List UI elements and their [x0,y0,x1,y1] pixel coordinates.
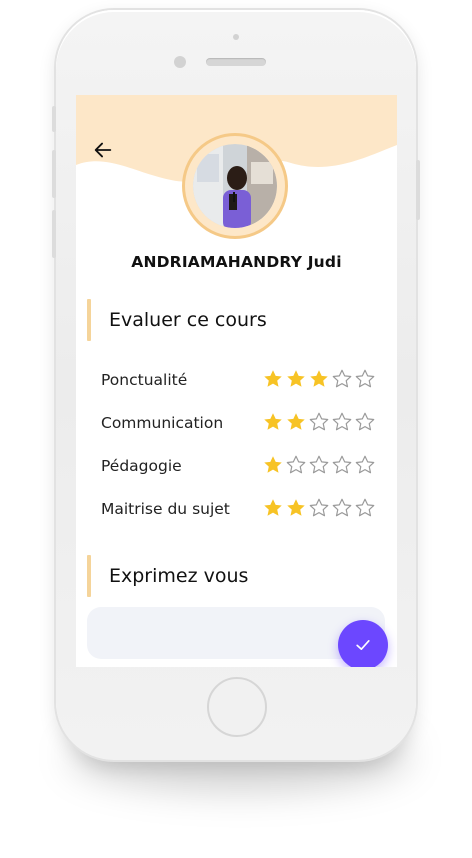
star-filled-icon[interactable] [285,368,307,390]
star-outline-icon[interactable] [308,497,330,519]
teacher-name: ANDRIAMAHANDRY Judi [131,253,342,271]
front-camera [174,56,186,68]
star-filled-icon[interactable] [262,368,284,390]
app-screen: ANDRIAMAHANDRY Judi Evaluer ce cours Pon… [76,95,397,667]
volume-up-button [52,150,56,198]
star-rating [262,368,376,390]
rating-label: Maitrise du sujet [101,500,230,518]
star-outline-icon[interactable] [331,411,353,433]
back-arrow-icon[interactable] [92,139,114,161]
rating-label: Ponctualité [101,371,188,389]
star-rating [262,497,376,519]
star-filled-icon[interactable] [262,411,284,433]
star-filled-icon[interactable] [285,411,307,433]
express-section-header: Exprimez vous [87,555,387,597]
star-outline-icon[interactable] [331,454,353,476]
volume-down-button [52,210,56,258]
express-section-title: Exprimez vous [109,565,249,587]
proximity-sensor [233,34,239,40]
star-outline-icon[interactable] [308,411,330,433]
rating-row-ponctualite: Ponctualité [101,368,376,392]
star-outline-icon[interactable] [308,454,330,476]
earpiece-speaker [206,58,266,66]
star-outline-icon[interactable] [354,454,376,476]
star-filled-icon[interactable] [308,368,330,390]
star-rating [262,454,376,476]
home-button[interactable] [207,677,267,737]
star-outline-icon[interactable] [331,368,353,390]
power-button [416,160,420,220]
rating-row-communication: Communication [101,411,376,435]
star-rating [262,411,376,433]
mute-switch [52,106,56,132]
star-outline-icon[interactable] [354,497,376,519]
avatar-frame [182,133,288,239]
star-outline-icon[interactable] [331,497,353,519]
avatar [193,144,277,228]
submit-button[interactable] [338,620,388,667]
star-outline-icon[interactable] [285,454,307,476]
star-filled-icon[interactable] [285,497,307,519]
rating-row-pedagogie: Pédagogie [101,454,376,478]
section-accent-bar [87,555,91,597]
star-filled-icon[interactable] [262,497,284,519]
star-filled-icon[interactable] [262,454,284,476]
rating-label: Pédagogie [101,457,182,475]
evaluate-section-header: Evaluer ce cours [87,299,387,341]
evaluate-section-title: Evaluer ce cours [109,309,267,331]
check-icon [356,640,370,650]
rating-row-maitrise: Maitrise du sujet [101,497,376,521]
section-accent-bar [87,299,91,341]
phone-frame: ANDRIAMAHANDRY Judi Evaluer ce cours Pon… [52,10,420,760]
star-outline-icon[interactable] [354,411,376,433]
rating-label: Communication [101,414,224,432]
star-outline-icon[interactable] [354,368,376,390]
